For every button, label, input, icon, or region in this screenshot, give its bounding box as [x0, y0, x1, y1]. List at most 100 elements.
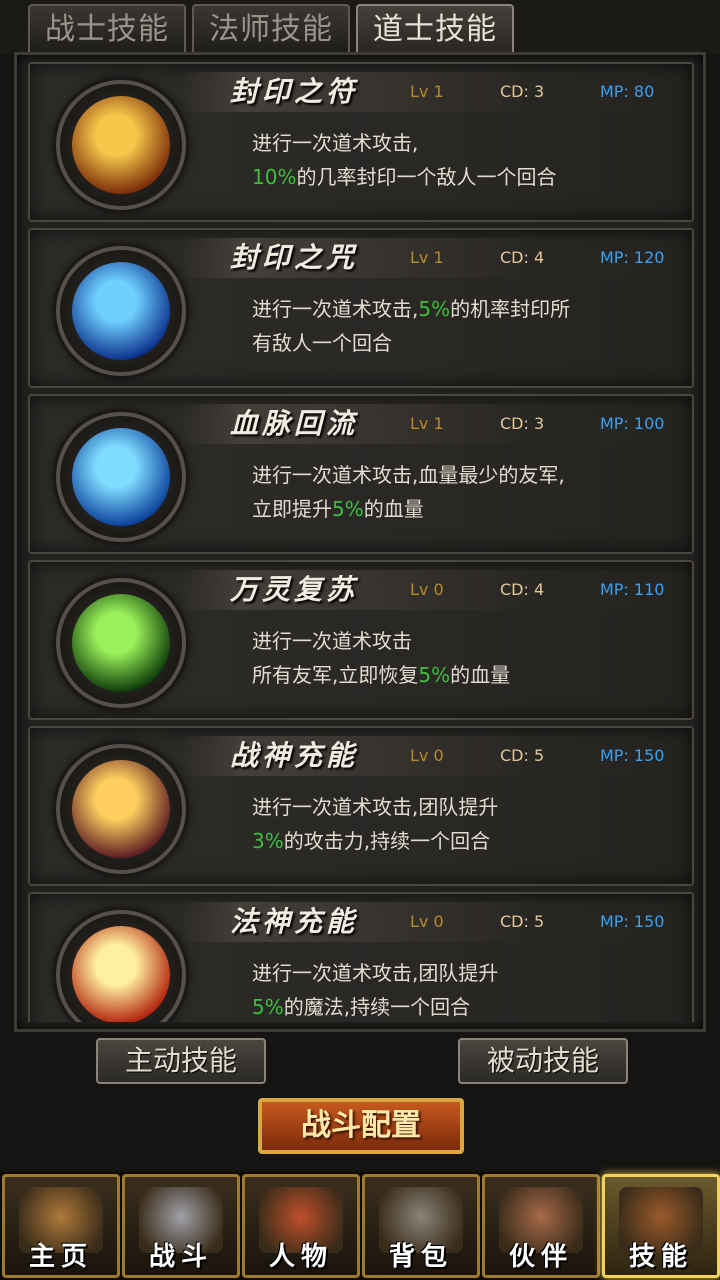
skill-class-tabs: 战士技能 法师技能 道士技能 [0, 0, 720, 54]
skill-icon-frame[interactable] [56, 412, 186, 542]
skill-description-line: 进行一次道术攻击,团队提升 [252, 956, 672, 990]
skill-description-line: 有敌人一个回合 [252, 326, 672, 360]
nav-item[interactable]: 技能 [602, 1174, 720, 1278]
skill-description: 进行一次道术攻击 所有友军,立即恢复5%的血量 [252, 624, 672, 692]
desc-percent: 5% [252, 995, 284, 1019]
skill-icon-frame[interactable] [56, 910, 186, 1022]
nav-label: 战斗 [148, 1242, 213, 1272]
skill-card[interactable]: 万灵复苏 Lv 0 CD: 4 MP: 110 进行一次道术攻击 所有友军,立即… [28, 560, 694, 720]
skill-cooldown: CD: 3 [500, 414, 545, 433]
skill-mp-cost: MP: 150 [600, 912, 665, 931]
tab-mage-skills[interactable]: 法师技能 [192, 4, 350, 52]
skill-name: 封印之咒 [230, 241, 359, 274]
desc-text: 进行一次道术攻击, [252, 297, 419, 321]
skill-level: Lv 0 [410, 746, 444, 765]
skill-icon-frame[interactable] [56, 744, 186, 874]
skill-description: 进行一次道术攻击, 10%的几率封印一个敌人一个回合 [252, 126, 672, 194]
skill-description: 进行一次道术攻击,团队提升 3%的攻击力,持续一个回合 [252, 790, 672, 858]
skill-level: Lv 1 [410, 414, 444, 433]
skill-mp-cost: MP: 80 [600, 82, 655, 101]
desc-percent: 5% [332, 497, 364, 521]
skill-list[interactable]: 封印之符 Lv 1 CD: 3 MP: 80 进行一次道术攻击, 10%的几率封… [28, 62, 694, 1022]
bottom-navigation: 主页 战斗 人物 背包 伙伴 技能 [0, 1172, 720, 1280]
desc-text: 的机率封印所 [450, 297, 571, 321]
skill-description-line: 进行一次道术攻击, [252, 126, 672, 160]
tab-taoist-skills[interactable]: 道士技能 [356, 4, 514, 52]
skill-cooldown: CD: 3 [500, 82, 545, 101]
skill-mp-cost: MP: 120 [600, 248, 665, 267]
desc-text: 进行一次道术攻击,团队提升 [252, 961, 499, 985]
fire-burst-icon [72, 926, 170, 1022]
skill-name: 万灵复苏 [230, 573, 359, 606]
desc-percent: 3% [252, 829, 284, 853]
water-wave-icon [72, 428, 170, 526]
desc-percent: 5% [418, 297, 451, 321]
skill-description-line: 10%的几率封印一个敌人一个回合 [252, 160, 672, 194]
skill-mp-cost: MP: 150 [600, 746, 665, 765]
skill-card[interactable]: 血脉回流 Lv 1 CD: 3 MP: 100 进行一次道术攻击,血量最少的友军… [28, 394, 694, 554]
nav-label: 主页 [28, 1242, 93, 1272]
nav-label: 技能 [628, 1242, 693, 1272]
skill-mp-cost: MP: 100 [600, 414, 665, 433]
skill-description-line: 进行一次道术攻击,血量最少的友军, [252, 458, 672, 492]
desc-text: 进行一次道术攻击,血量最少的友军, [252, 463, 565, 487]
nav-label: 背包 [388, 1242, 453, 1272]
desc-text: 进行一次道术攻击 [252, 629, 412, 653]
desc-text: 进行一次道术攻击, [252, 131, 419, 155]
active-skills-button[interactable]: 主动技能 [96, 1038, 266, 1084]
nav-item[interactable]: 主页 [2, 1174, 120, 1278]
nav-item[interactable]: 伙伴 [482, 1174, 600, 1278]
skill-card[interactable]: 封印之咒 Lv 1 CD: 4 MP: 120 进行一次道术攻击,5%的机率封印… [28, 228, 694, 388]
passive-skills-button[interactable]: 被动技能 [458, 1038, 628, 1084]
desc-text: 的血量 [363, 497, 424, 521]
skill-description-line: 所有友军,立即恢复5%的血量 [252, 658, 672, 692]
skill-level: Lv 1 [410, 248, 444, 267]
skill-description: 进行一次道术攻击,血量最少的友军, 立即提升5%的血量 [252, 458, 672, 526]
nav-label: 人物 [268, 1242, 333, 1272]
skill-cooldown: CD: 4 [500, 248, 545, 267]
desc-text: 所有友军,立即恢复 [252, 663, 419, 687]
desc-text: 有敌人一个回合 [252, 331, 392, 355]
skill-mp-cost: MP: 110 [600, 580, 665, 599]
skill-description-line: 5%的魔法,持续一个回合 [252, 990, 672, 1022]
desc-percent: 5% [418, 663, 451, 687]
skill-description: 进行一次道术攻击,团队提升 5%的魔法,持续一个回合 [252, 956, 672, 1022]
desc-text: 立即提升 [252, 497, 332, 521]
desc-percent: 10% [252, 165, 297, 189]
sword-burst-icon [72, 760, 170, 858]
skill-description: 进行一次道术攻击,5%的机率封印所 有敌人一个回合 [252, 292, 672, 360]
skill-card[interactable]: 战神充能 Lv 0 CD: 5 MP: 150 进行一次道术攻击,团队提升 3%… [28, 726, 694, 886]
skill-name: 战神充能 [230, 739, 359, 772]
skill-description-line: 进行一次道术攻击,5%的机率封印所 [252, 292, 672, 326]
skill-card[interactable]: 封印之符 Lv 1 CD: 3 MP: 80 进行一次道术攻击, 10%的几率封… [28, 62, 694, 222]
nav-item[interactable]: 战斗 [122, 1174, 240, 1278]
golden-talisman-icon [72, 96, 170, 194]
desc-text: 的魔法,持续一个回合 [283, 995, 471, 1019]
tab-warrior-skills[interactable]: 战士技能 [28, 4, 186, 52]
skill-card[interactable]: 法神充能 Lv 0 CD: 5 MP: 150 进行一次道术攻击,团队提升 5%… [28, 892, 694, 1022]
green-flame-icon [72, 594, 170, 692]
skill-name: 封印之符 [230, 75, 359, 108]
skill-description-line: 3%的攻击力,持续一个回合 [252, 824, 672, 858]
nav-item[interactable]: 背包 [362, 1174, 480, 1278]
nav-item[interactable]: 人物 [242, 1174, 360, 1278]
skill-name: 血脉回流 [230, 407, 359, 440]
desc-text: 的血量 [450, 663, 511, 687]
skill-name: 法神充能 [230, 905, 359, 938]
desc-text: 的攻击力,持续一个回合 [283, 829, 491, 853]
skill-icon-frame[interactable] [56, 578, 186, 708]
desc-text: 进行一次道术攻击,团队提升 [252, 795, 499, 819]
seal-bagua-icon [72, 262, 170, 360]
skill-icon-frame[interactable] [56, 80, 186, 210]
battle-config-button[interactable]: 战斗配置 [258, 1098, 464, 1154]
skill-cooldown: CD: 5 [500, 746, 545, 765]
skill-description-line: 进行一次道术攻击 [252, 624, 672, 658]
skill-cooldown: CD: 5 [500, 912, 545, 931]
skill-level: Lv 0 [410, 912, 444, 931]
nav-label: 伙伴 [508, 1242, 573, 1272]
skill-description-line: 进行一次道术攻击,团队提升 [252, 790, 672, 824]
skill-description-line: 立即提升5%的血量 [252, 492, 672, 526]
skill-level: Lv 1 [410, 82, 444, 101]
skill-cooldown: CD: 4 [500, 580, 545, 599]
skill-icon-frame[interactable] [56, 246, 186, 376]
